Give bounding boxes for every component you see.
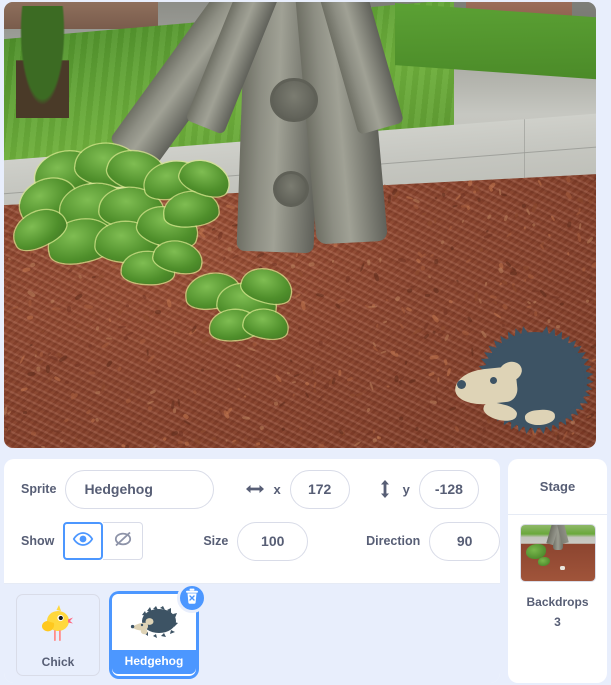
- show-on-button[interactable]: [63, 522, 104, 560]
- chick-thumbnail: [17, 595, 99, 651]
- show-off-button[interactable]: [103, 522, 144, 560]
- sprite-list-item-label: Chick: [41, 655, 75, 669]
- hedgehog-eye: [490, 377, 497, 384]
- horizontal-arrows-icon: [244, 478, 266, 500]
- delete-sprite-button[interactable]: [177, 583, 207, 613]
- sprite-list: Chick Hedgehog: [4, 583, 500, 683]
- sprite-name-input[interactable]: Hedgehog: [65, 469, 215, 509]
- backdrops-count: 3: [554, 615, 561, 630]
- eye-slash-icon: [112, 530, 134, 553]
- stage-sprite-hedgehog[interactable]: [453, 325, 594, 435]
- sprite-info-panel: Sprite Hedgehog x 172 y -128 Show Size 1…: [4, 459, 500, 683]
- sprite-info-row-1: Sprite Hedgehog x 172 y -128: [4, 469, 500, 509]
- backdrops-info: Backdrops 3: [508, 592, 607, 633]
- backdrop-tree-knot-upper: [270, 77, 318, 123]
- sprite-list-item-hedgehog[interactable]: Hedgehog: [112, 583, 207, 676]
- sprite-list-item-chick[interactable]: Chick: [16, 594, 100, 676]
- x-input[interactable]: 172: [289, 469, 350, 509]
- eye-icon: [72, 531, 94, 552]
- stage-backdrop-thumbnail[interactable]: [519, 524, 596, 582]
- sprite-info-row-2: Show Size 100 Direction 90: [4, 521, 500, 561]
- stage-backdrop: [4, 2, 596, 448]
- direction-label: Direction: [366, 534, 421, 548]
- show-label: Show: [21, 534, 55, 548]
- hedgehog-nose: [457, 380, 466, 389]
- y-input[interactable]: -128: [418, 469, 479, 509]
- y-label: y: [402, 481, 410, 497]
- stage-panel-title: Stage: [508, 459, 607, 515]
- stage[interactable]: [4, 2, 596, 448]
- sprite-list-item-label: Hedgehog: [112, 650, 196, 674]
- show-toggle-group: [63, 522, 144, 560]
- vertical-arrows-icon: [374, 478, 396, 500]
- stage-selector-panel: Stage Backdrops 3: [508, 459, 607, 683]
- chick-icon: [37, 601, 79, 645]
- sprite-info-rows: Sprite Hedgehog x 172 y -128 Show Size 1…: [4, 459, 500, 569]
- backdrop-tree-knot-lower: [273, 171, 309, 208]
- x-label: x: [273, 481, 281, 497]
- trash-icon: [185, 588, 199, 609]
- hedgehog-icon: [129, 606, 179, 638]
- backdrops-label: Backdrops: [526, 595, 589, 609]
- size-label: Size: [203, 534, 229, 548]
- sprite-name-label: Sprite: [21, 482, 57, 496]
- backdrop-distant-tree: [15, 6, 70, 118]
- size-input[interactable]: 100: [237, 521, 309, 561]
- direction-input[interactable]: 90: [429, 521, 500, 561]
